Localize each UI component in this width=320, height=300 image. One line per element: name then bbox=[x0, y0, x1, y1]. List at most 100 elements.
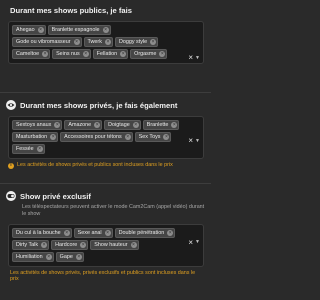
tag-chip-label: Dirty Talk bbox=[16, 241, 39, 248]
tag-chip: Hardcore × bbox=[51, 239, 89, 250]
tag-chip: Doggy style × bbox=[114, 37, 159, 47]
tag-chip: Humiliation × bbox=[12, 251, 54, 262]
public-select-controls: × ▼ bbox=[188, 53, 200, 62]
remove-tag-icon[interactable]: × bbox=[42, 51, 49, 57]
public-shows-section: Durant mes shows publics, je fais Ahegao… bbox=[0, 0, 211, 64]
tag-chip-label: Gode ou vibromasseur bbox=[16, 39, 71, 45]
remove-tag-icon[interactable]: × bbox=[82, 51, 89, 57]
tag-chip-label: Sexe anal bbox=[77, 229, 102, 236]
tag-chip-label: Seins nus bbox=[56, 51, 80, 57]
tag-chip: Ahegao × bbox=[12, 25, 46, 35]
tag-chip: Branlette × bbox=[142, 120, 180, 130]
tag-chip-label: Cameltoe bbox=[16, 51, 40, 57]
private-shows-note-text: Les activités de shows privés et publics… bbox=[17, 162, 173, 168]
exclusive-select-controls: × ▼ bbox=[188, 238, 200, 247]
remove-tag-icon[interactable]: × bbox=[45, 253, 52, 260]
tag-chip: Twerk × bbox=[83, 37, 113, 47]
chevron-down-icon[interactable]: ▼ bbox=[195, 239, 200, 245]
tag-chip-label: Du cul à la bouche bbox=[16, 229, 61, 236]
tag-chip-label: Hardcore bbox=[55, 241, 78, 248]
tag-chip: Amazone × bbox=[64, 120, 103, 130]
tag-chip-label: Amazone bbox=[68, 122, 92, 128]
exclusive-show-description: Les téléspectateurs peuvent activer le m… bbox=[22, 204, 205, 217]
tag-chip: Orgasme × bbox=[130, 49, 168, 59]
tag-chip-label: Branlette espagnole bbox=[51, 27, 100, 33]
tag-chip: Cameltoe × bbox=[12, 49, 51, 59]
tag-chip: Double pénétration × bbox=[114, 227, 176, 238]
tag-chip: Sextoys anaux × bbox=[12, 120, 63, 130]
remove-tag-icon[interactable]: × bbox=[94, 122, 101, 128]
exclusive-tags-list: Du cul à la bouche × Sexe anal × Double péné… bbox=[12, 227, 184, 264]
exclusive-show-title: Show privé exclusif bbox=[20, 191, 91, 201]
remove-tag-icon[interactable]: × bbox=[167, 229, 174, 236]
private-shows-note: i Les activités de shows privés et publi… bbox=[8, 162, 205, 169]
eye-icon bbox=[6, 100, 16, 110]
chevron-down-icon[interactable]: ▼ bbox=[195, 138, 200, 144]
remove-tag-icon[interactable]: × bbox=[171, 122, 178, 128]
remove-tag-icon[interactable]: × bbox=[120, 51, 127, 57]
tag-chip-label: Twerk bbox=[87, 39, 102, 45]
remove-tag-icon[interactable]: × bbox=[102, 27, 109, 33]
clear-icon[interactable]: × bbox=[188, 136, 193, 145]
public-shows-tag-select[interactable]: Ahegao × Branlette espagnole × Gode ou vibro… bbox=[8, 21, 204, 64]
tag-chip-label: Fessée bbox=[16, 146, 34, 152]
remove-tag-icon[interactable]: × bbox=[54, 122, 61, 128]
private-shows-title: Durant mes shows privés, je fais égaleme… bbox=[20, 100, 178, 110]
remove-tag-icon[interactable]: × bbox=[159, 51, 166, 57]
exclusive-show-tag-select[interactable]: Du cul à la bouche × Sexe anal × Double péné… bbox=[8, 223, 204, 267]
tag-chip-label: Sex Toys bbox=[138, 134, 161, 140]
remove-tag-icon[interactable]: × bbox=[104, 229, 111, 236]
tag-chip-label: Doggy style bbox=[118, 39, 148, 45]
tag-chip-label: Sextoys anaux bbox=[16, 122, 52, 128]
tag-chip: Masturbation × bbox=[12, 132, 59, 142]
remove-tag-icon[interactable]: × bbox=[36, 146, 43, 152]
chevron-down-icon[interactable]: ▼ bbox=[195, 55, 200, 61]
toggle-icon[interactable] bbox=[6, 191, 16, 201]
page: Durant mes shows publics, je fais Ahegao… bbox=[0, 0, 211, 300]
exclusive-show-note: Les activités de shows privés, privés ex… bbox=[10, 270, 205, 283]
remove-tag-icon[interactable]: × bbox=[163, 134, 170, 140]
tag-chip: Gape × bbox=[55, 251, 84, 262]
clear-icon[interactable]: × bbox=[188, 238, 193, 247]
remove-tag-icon[interactable]: × bbox=[124, 134, 131, 140]
private-shows-section: Durant mes shows privés, je fais égaleme… bbox=[0, 92, 211, 169]
tag-chip-label: Double pénétration bbox=[118, 229, 165, 236]
tag-chip: Seins nus × bbox=[52, 49, 91, 59]
public-tags-list: Ahegao × Branlette espagnole × Gode ou vibro… bbox=[12, 25, 184, 61]
clear-icon[interactable]: × bbox=[188, 53, 193, 62]
tag-chip: Dirty Talk × bbox=[12, 239, 50, 250]
tag-chip: Accessoires pour tétons × bbox=[60, 132, 133, 142]
remove-tag-icon[interactable]: × bbox=[104, 39, 111, 45]
tag-chip: Branlette espagnole × bbox=[47, 25, 111, 35]
tag-chip-label: Orgasme bbox=[134, 51, 157, 57]
tag-chip: Doigtage × bbox=[104, 120, 141, 130]
tag-chip-label: Accessoires pour tétons bbox=[64, 134, 122, 140]
tag-chip: Sexe anal × bbox=[73, 227, 113, 238]
public-shows-title: Durant mes shows publics, je fais bbox=[10, 6, 132, 15]
tag-chip: Du cul à la bouche × bbox=[12, 227, 72, 238]
remove-tag-icon[interactable]: × bbox=[75, 253, 82, 260]
remove-tag-icon[interactable]: × bbox=[130, 241, 137, 248]
remove-tag-icon[interactable]: × bbox=[41, 241, 48, 248]
remove-tag-icon[interactable]: × bbox=[150, 39, 157, 45]
info-icon: i bbox=[8, 162, 14, 169]
tag-chip-label: Branlette bbox=[146, 122, 169, 128]
remove-tag-icon[interactable]: × bbox=[50, 134, 57, 140]
remove-tag-icon[interactable]: × bbox=[132, 122, 139, 128]
exclusive-show-note-text: Les activités de shows privés, privés ex… bbox=[10, 269, 196, 283]
tag-chip: Fessée × bbox=[12, 144, 45, 154]
tag-chip-label: Gape bbox=[59, 253, 73, 260]
remove-tag-icon[interactable]: × bbox=[80, 241, 87, 248]
tag-chip-label: Humiliation bbox=[16, 253, 43, 260]
private-shows-tag-select[interactable]: Sextoys anaux × Amazone × Doigtage × Branlette… bbox=[8, 116, 204, 159]
tag-chip-label: Masturbation bbox=[16, 134, 48, 140]
remove-tag-icon[interactable]: × bbox=[63, 229, 70, 236]
tag-chip: Show hauteur × bbox=[90, 239, 139, 250]
private-tags-list: Sextoys anaux × Amazone × Doigtage × Branlette… bbox=[12, 120, 184, 156]
tag-chip: Sex Toys × bbox=[134, 132, 172, 142]
tag-chip-label: Fellation bbox=[96, 51, 118, 57]
tag-chip-label: Show hauteur bbox=[94, 241, 128, 248]
remove-tag-icon[interactable]: × bbox=[37, 27, 44, 33]
tag-chip: Fellation × bbox=[92, 49, 129, 59]
remove-tag-icon[interactable]: × bbox=[73, 39, 80, 45]
